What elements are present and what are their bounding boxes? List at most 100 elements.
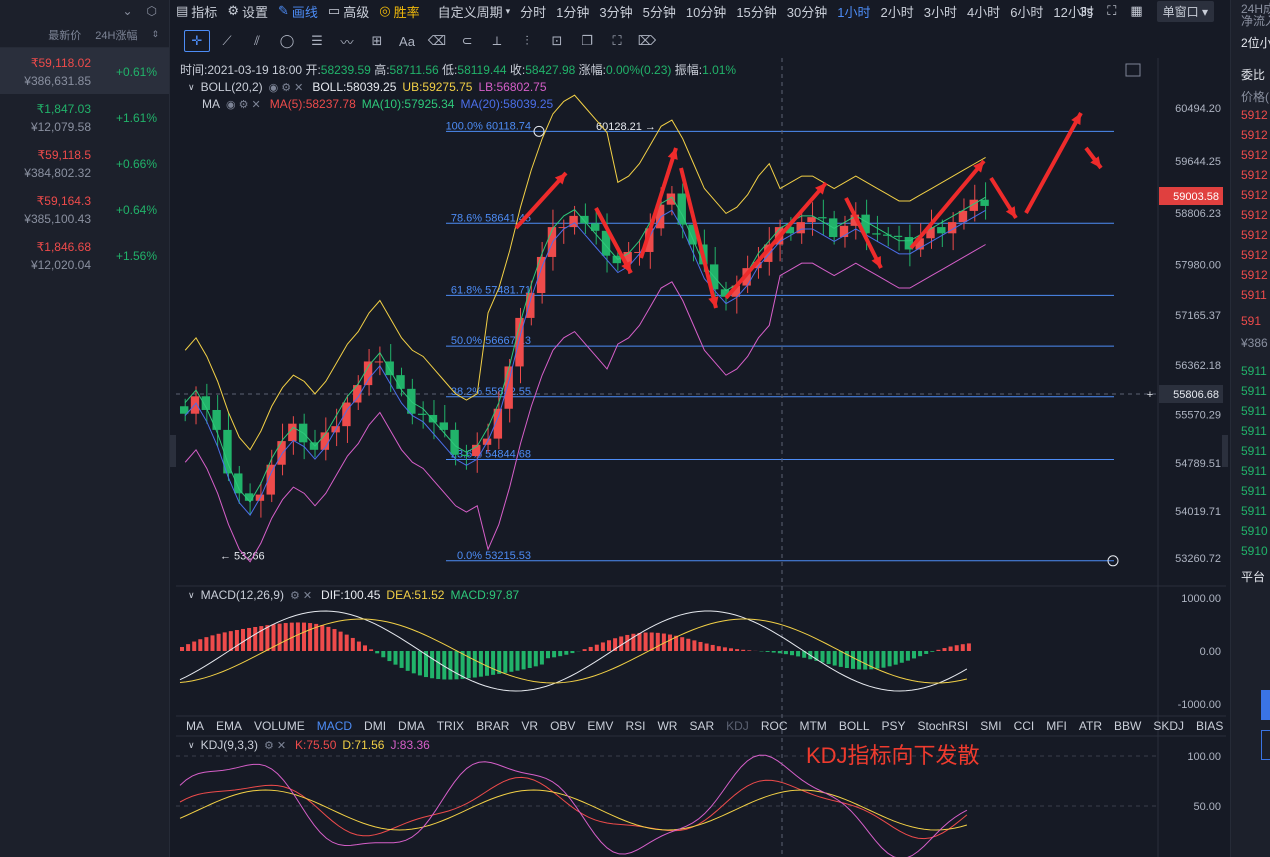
period-tab[interactable]: 3分钟 [599, 2, 632, 21]
collapse-icon[interactable]: ∨ [188, 590, 195, 601]
circle-icon[interactable]: ◯ [274, 30, 300, 52]
channel-icon[interactable]: ⫽ [244, 30, 270, 52]
macd-histogram-bar [729, 648, 733, 651]
period-tab[interactable]: 分时 [520, 2, 546, 21]
ticker-row[interactable]: ₹1,847.03 ¥12,079.58 +1.61% [0, 94, 169, 140]
indicator-tab-emv[interactable]: EMV [587, 719, 613, 733]
boll-toggle-icons[interactable]: ◉⚙✕ [269, 81, 307, 94]
period-tab[interactable]: 1小时 [837, 2, 870, 21]
lock-icon[interactable]: ⊡ [544, 30, 570, 52]
ruler-icon[interactable]: ⟂ [484, 30, 510, 52]
indicator-tab-roc[interactable]: ROC [761, 719, 788, 733]
fullscreen-icon[interactable]: ⛶ [1107, 3, 1116, 19]
macd-histogram-bar [417, 651, 422, 676]
macd-histogram-bar [344, 634, 349, 651]
indicator-tab-bias[interactable]: BIAS [1196, 719, 1223, 733]
indicator-tab-sar[interactable]: SAR [689, 719, 714, 733]
indicator-tab-rsi[interactable]: RSI [625, 719, 645, 733]
advanced-button[interactable]: ▭ 高级 [328, 2, 369, 21]
period-tab[interactable]: 6小时 [1010, 2, 1043, 21]
blue-button[interactable] [1261, 690, 1270, 720]
macd-histogram-bar [643, 632, 648, 651]
slider-icon[interactable]: ⫶ [514, 30, 540, 52]
layout-icon[interactable]: ▦ [1130, 3, 1142, 19]
indicator-tab-ema[interactable]: EMA [216, 719, 242, 733]
indicator-tab-dma[interactable]: DMA [398, 719, 425, 733]
chart-area[interactable]: 60494.20 59644.25 58806.23 57980.00 57165.37… [176, 58, 1226, 857]
indicator-tab-skdj[interactable]: SKDJ [1153, 719, 1184, 733]
indicator-tab-volume[interactable]: VOLUME [254, 719, 305, 733]
period-tab[interactable]: 2小时 [880, 2, 913, 21]
macd-histogram-bar [832, 651, 837, 666]
ticker-row[interactable]: ₹1,846.68 ¥12,020.04 +1.56% [0, 232, 169, 278]
high-label: 高: [374, 63, 390, 77]
bid-price: 5911 [1241, 384, 1267, 398]
indicator-tab-cci[interactable]: CCI [1014, 719, 1035, 733]
winrate-button[interactable]: ◎ 胜率 [379, 2, 419, 21]
indicator-tab-smi[interactable]: SMI [980, 719, 1001, 733]
indicator-tab-vr[interactable]: VR [521, 719, 538, 733]
macd-histogram-bar [826, 651, 831, 665]
chevron-down-icon[interactable]: ⌄ [122, 4, 132, 18]
ticker-row[interactable]: ₹59,118.5 ¥384,802.32 +0.66% [0, 140, 169, 186]
period-tab[interactable]: 10分钟 [686, 2, 726, 21]
indicator-tab-mfi[interactable]: MFI [1046, 719, 1067, 733]
crosshair-icon[interactable]: ✛ [184, 30, 210, 52]
period-tab[interactable]: 3小时 [924, 2, 957, 21]
screenshot-icon[interactable]: ⛶ [604, 30, 630, 52]
candle-body [385, 361, 394, 376]
period-tab[interactable]: 4小时 [967, 2, 1000, 21]
indicator-tab-wr[interactable]: WR [657, 719, 677, 733]
window-mode-dropdown[interactable]: 单窗口 ▾ [1156, 0, 1214, 22]
draw-button[interactable]: ✎ 画线 [278, 2, 318, 21]
custom-period-dropdown[interactable]: 自定义周期 ▾ [438, 2, 511, 21]
indicator-tab-macd[interactable]: MACD [317, 719, 352, 733]
price-column-header[interactable]: 最新价 [48, 27, 81, 43]
macd-histogram-bar [716, 646, 721, 651]
period-tab[interactable]: 30分钟 [787, 2, 827, 21]
wave-icon[interactable]: 〰 [334, 30, 360, 52]
period-tab[interactable]: 5分钟 [643, 2, 676, 21]
ma-toggle-icons[interactable]: ◉⚙✕ [226, 98, 264, 111]
indicator-tab-obv[interactable]: OBV [550, 719, 575, 733]
collapse-icon[interactable]: ∨ [188, 740, 195, 751]
period-tab[interactable]: 1分钟 [556, 2, 589, 21]
indicator-tab-kdj[interactable]: KDJ [726, 719, 749, 733]
indicator-tab-boll[interactable]: BOLL [839, 719, 870, 733]
ticker-row[interactable]: ₹59,118.02 ¥386,631.85 +0.61% [0, 48, 169, 94]
macd-histogram-bar [326, 626, 331, 651]
settings-button[interactable]: ⚙ 设置 [227, 2, 268, 21]
refresh-interval[interactable]: 3s [1079, 4, 1093, 19]
copy-icon[interactable]: ❐ [574, 30, 600, 52]
period-tab[interactable]: 15分钟 [736, 2, 776, 21]
sort-icon[interactable]: ⇕ [151, 29, 159, 40]
right-collapse-handle[interactable] [1222, 435, 1228, 467]
macd-toggle-icons[interactable]: ⚙✕ [290, 589, 315, 602]
indicator-tab-psy[interactable]: PSY [882, 719, 906, 733]
indicator-tab-brar[interactable]: BRAR [476, 719, 509, 733]
indicator-tab-dmi[interactable]: DMI [364, 719, 386, 733]
settings-hex-icon[interactable]: ⬡ [147, 4, 157, 18]
line-icon[interactable]: ⟋ [214, 30, 240, 52]
indicators-button[interactable]: ▤ 指标 [176, 2, 217, 21]
crosshair-plus-icon: + [1147, 389, 1153, 401]
grid-plus-icon[interactable]: ⊞ [364, 30, 390, 52]
trash-icon[interactable]: ⌦ [634, 30, 660, 52]
change-column-header[interactable]: 24H涨幅 [95, 27, 137, 43]
indicator-tab-atr[interactable]: ATR [1079, 719, 1102, 733]
hlines-icon[interactable]: ☰ [304, 30, 330, 52]
kdj-toggle-icons[interactable]: ⚙✕ [264, 739, 289, 752]
ticker-cny-price: ¥385,100.43 [24, 212, 91, 226]
indicator-tab-mtm[interactable]: MTM [799, 719, 826, 733]
text-icon[interactable]: Aa [394, 30, 420, 52]
eraser-icon[interactable]: ⌫ [424, 30, 450, 52]
macd-histogram-bar [277, 623, 282, 651]
collapse-icon[interactable]: ∨ [188, 82, 195, 93]
ticker-row[interactable]: ₹59,164.3 ¥385,100.43 +0.64% [0, 186, 169, 232]
indicator-tab-stochrsi[interactable]: StochRSI [918, 719, 969, 733]
magnet-icon[interactable]: ⊂ [454, 30, 480, 52]
indicator-tab-bbw[interactable]: BBW [1114, 719, 1141, 733]
indicator-tab-trix[interactable]: TRIX [437, 719, 464, 733]
indicator-tab-ma[interactable]: MA [186, 719, 204, 733]
outline-button[interactable] [1261, 730, 1270, 760]
